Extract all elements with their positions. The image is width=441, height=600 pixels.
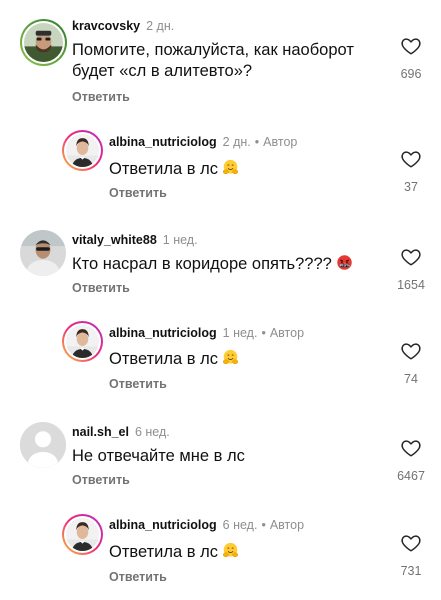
comment-text: Ответила в лс xyxy=(109,159,239,180)
timestamp: 6 нед. xyxy=(134,425,170,439)
username[interactable]: nail.sh_el xyxy=(72,425,129,439)
username[interactable]: albina_nutriciolog xyxy=(109,135,217,149)
reply-button[interactable]: Ответить xyxy=(109,186,167,200)
like-button[interactable]: 696 xyxy=(386,35,436,81)
user-photo-icon xyxy=(66,518,99,551)
avatar[interactable] xyxy=(20,19,67,66)
comment-text-line: Ответила в лс xyxy=(109,543,218,561)
separator-dot: • xyxy=(254,135,260,149)
username[interactable]: albina_nutriciolog xyxy=(109,518,217,532)
avatar[interactable] xyxy=(62,130,103,171)
heart-icon xyxy=(400,148,422,170)
like-count: 37 xyxy=(404,180,418,194)
like-count: 6467 xyxy=(397,469,425,483)
comment-text-line: Кто насрал в коридоре опять???? xyxy=(72,255,332,273)
heart-icon xyxy=(400,340,422,362)
author-badge: Автор xyxy=(263,135,298,149)
timestamp: 1 нед. xyxy=(162,233,198,247)
reply-button[interactable]: Ответить xyxy=(72,473,130,487)
reply-button[interactable]: Ответить xyxy=(72,90,130,104)
like-count: 731 xyxy=(400,564,422,578)
comment-text-line: Не отвечайте мне в лс xyxy=(72,447,245,465)
comment-text-line: Ответила в лс xyxy=(109,160,218,178)
reply-button[interactable]: Ответить xyxy=(72,281,130,295)
comment-text: Помогите, пожалуйста, как наоборот будет… xyxy=(72,40,354,82)
hugging-face-emoji-icon xyxy=(222,159,239,176)
author-badge: Автор xyxy=(269,518,305,532)
timestamp: 2 дн. xyxy=(222,135,251,149)
user-photo-icon xyxy=(66,134,99,167)
avatar[interactable] xyxy=(20,422,66,468)
comment-text-line: Ответила в лс xyxy=(109,350,218,368)
comment-text-line: Помогите, пожалуйста, как наоборот xyxy=(72,41,354,59)
comment-text: Ответила в лс xyxy=(109,349,239,370)
comment-text: Не отвечайте мне в лс xyxy=(72,446,245,467)
separator-dot: • xyxy=(261,326,266,340)
timestamp: 1 нед. xyxy=(222,326,258,340)
username[interactable]: kravcovsky xyxy=(72,19,140,33)
cursing-face-emoji-icon xyxy=(336,254,353,271)
user-photo-icon xyxy=(24,23,63,62)
hugging-face-emoji-icon xyxy=(222,542,239,559)
like-count: 1654 xyxy=(397,278,425,292)
reply-button[interactable]: Ответить xyxy=(109,377,167,391)
like-button[interactable]: 74 xyxy=(386,340,436,386)
like-button[interactable]: 37 xyxy=(386,148,436,194)
user-photo-icon xyxy=(20,230,66,276)
hugging-face-emoji-icon xyxy=(222,349,239,366)
timestamp: 2 дн. xyxy=(146,19,175,33)
default-avatar-icon xyxy=(20,422,66,468)
comment-text-line: будет «сл в алитевто»? xyxy=(72,62,253,80)
username[interactable]: vitaly_white88 xyxy=(72,233,157,247)
separator-dot: • xyxy=(261,518,266,532)
reply-button[interactable]: Ответить xyxy=(109,570,167,584)
avatar[interactable] xyxy=(62,514,103,555)
heart-icon xyxy=(400,246,422,268)
author-badge: Автор xyxy=(269,326,305,340)
like-count: 696 xyxy=(400,67,422,81)
like-count: 74 xyxy=(404,372,418,386)
avatar[interactable] xyxy=(62,321,103,362)
comment-text: Кто насрал в коридоре опять???? xyxy=(72,254,353,275)
timestamp: 6 нед. xyxy=(222,518,258,532)
user-photo-icon xyxy=(66,325,99,358)
avatar[interactable] xyxy=(20,230,66,276)
like-button[interactable]: 731 xyxy=(386,532,436,578)
comment-text: Ответила в лс xyxy=(109,542,239,563)
like-button[interactable]: 6467 xyxy=(386,437,436,483)
heart-icon xyxy=(400,437,422,459)
like-button[interactable]: 1654 xyxy=(386,246,436,292)
heart-icon xyxy=(400,35,422,57)
username[interactable]: albina_nutriciolog xyxy=(109,326,217,340)
heart-icon xyxy=(400,532,422,554)
